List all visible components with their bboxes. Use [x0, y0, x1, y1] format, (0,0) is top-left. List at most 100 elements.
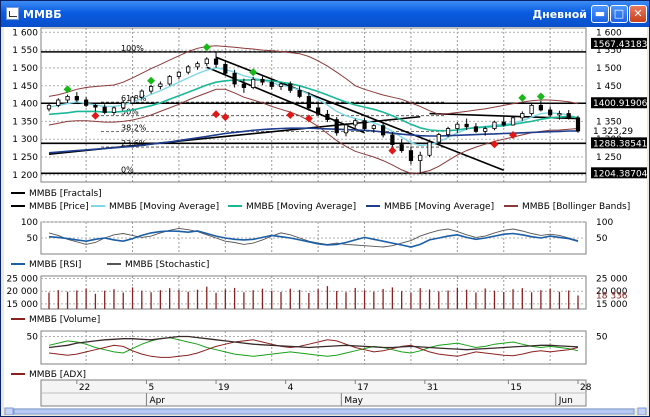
candle-body [251, 78, 256, 88]
candle-body [186, 66, 191, 73]
volume-y-tick-left: 20 000 [7, 287, 39, 297]
fractal-down-marker [388, 146, 397, 155]
candle-body [353, 120, 358, 126]
candle-body [306, 96, 311, 109]
candle-body [436, 134, 441, 143]
price-value-label: 1400.91906 [593, 99, 647, 109]
price-y-tick-left: 1 450 [12, 82, 38, 92]
candle-body [130, 96, 135, 104]
candle-body [278, 83, 284, 87]
candle-body [288, 83, 293, 91]
candle-body [418, 154, 423, 162]
adx-y-tick-left: 50 [27, 333, 39, 343]
candle-body [390, 134, 395, 145]
time-tick-label: 15 [510, 383, 521, 393]
price-value-label: 1 323,29 [593, 127, 633, 137]
candle-body [195, 63, 200, 68]
candle-body [74, 96, 79, 101]
candle-body [557, 113, 562, 116]
candle-body [158, 83, 163, 87]
oscillator-y-tick-left: 50 [27, 234, 39, 244]
chart-canvas[interactable]: 1 2001 2001 2501 2501 3001 3001 3501 350… [4, 27, 648, 416]
price-y-tick-right: 1 350 [596, 117, 622, 127]
candle-body [148, 86, 154, 92]
price-value-label: 1204.38704 [593, 169, 647, 179]
price-y-tick-left: 1 400 [12, 100, 38, 110]
close-icon: ✕ [633, 7, 643, 20]
month-label: May [344, 396, 363, 406]
candle-body [297, 89, 302, 97]
candle-body [232, 72, 237, 85]
month-label: Apr [149, 396, 165, 406]
month-label: Jun [558, 396, 573, 406]
price-y-tick-right: 1 250 [596, 153, 622, 163]
price-value-label: 1288.38541 [593, 139, 647, 149]
fractal-down-marker [490, 140, 499, 149]
candle-body [325, 113, 330, 121]
time-tick-label: 4 [288, 383, 294, 393]
time-tick-label: 5 [148, 383, 154, 393]
fractal-up-marker [536, 92, 545, 101]
scroll-left-button[interactable] [4, 407, 14, 416]
fractal-down-marker [286, 110, 295, 119]
plot-area[interactable]: 1 2001 2001 2501 2501 3001 3001 3501 350… [4, 27, 648, 416]
candle-body [455, 123, 460, 129]
candle-body [213, 58, 219, 65]
candle-body [566, 113, 571, 119]
fractal-down-marker [212, 110, 221, 119]
fractal-up-marker [63, 85, 72, 94]
minimize-button[interactable]: ▬ [591, 5, 609, 23]
candle-body [121, 102, 126, 109]
legend-adx: ММВБ [ADX] [29, 370, 86, 380]
oscillator-y-tick-right: 100 [596, 218, 613, 228]
oscillator-y-tick-left: 100 [21, 218, 38, 228]
candle-body [362, 120, 367, 129]
candle-body [510, 117, 516, 126]
price-y-tick-left: 1 350 [12, 117, 38, 127]
time-tick-label: 31 [427, 383, 438, 393]
title-bar[interactable]: ММВБ Дневной ▬ □ ✕ [1, 1, 649, 27]
maximize-button[interactable]: □ [610, 5, 628, 23]
volume-y-tick-left: 25 000 [7, 275, 39, 285]
candle-body [223, 63, 228, 74]
close-button[interactable]: ✕ [629, 5, 647, 23]
candle-body [111, 107, 117, 113]
candle-body [343, 124, 349, 134]
legend-bollinger: ММВБ [Bollinger Bands] [522, 202, 630, 212]
price-y-tick-right: 1 600 [596, 28, 622, 38]
legend-ma-fast: ММВБ [Moving Average] [109, 202, 219, 212]
candle-body [501, 121, 506, 126]
candle-body [260, 78, 265, 83]
legend-price: ММВБ [Price] [29, 202, 89, 212]
rsi-line [48, 230, 579, 248]
candle-body [167, 76, 172, 85]
volume-y-tick-left: 15 000 [7, 300, 39, 310]
fib-label: 38.2% [121, 123, 147, 132]
volume-y-tick-right: 25 000 [596, 275, 628, 285]
legend-rsi: ММВБ [RSI] [29, 260, 81, 270]
legend-volume: ММВБ [Volume] [29, 315, 100, 325]
scroll-thumb[interactable] [13, 408, 635, 415]
timeframe-label: Дневной [532, 8, 587, 21]
window-title: ММВБ [23, 8, 62, 21]
candle-body [445, 128, 451, 135]
oscillator-y-tick-right: 50 [596, 234, 608, 244]
scroll-right-button[interactable] [637, 407, 647, 416]
legend-ma-mid: ММВБ [Moving Average] [246, 202, 356, 212]
price-y-tick-left: 1 300 [12, 135, 38, 145]
candle-body [548, 109, 553, 116]
volume-value-label: 18 336 [596, 291, 628, 301]
candle-body [46, 104, 52, 110]
fib-label: 100% [121, 44, 144, 53]
chart-window-icon[interactable] [6, 7, 19, 20]
candle-body [334, 119, 339, 134]
candle-body [176, 71, 182, 77]
chart-window: ММВБ Дневной ▬ □ ✕ 1 2001 2001 2501 2501… [0, 0, 650, 417]
price-y-tick-left: 1 550 [12, 46, 38, 56]
time-tick-label: 28 [580, 383, 592, 393]
price-y-tick-left: 1 250 [12, 153, 38, 163]
candle-body [316, 107, 321, 115]
price-y-tick-right: 1 450 [596, 82, 622, 92]
maximize-icon: □ [613, 7, 625, 20]
price-value-label: 1567.43183 [593, 40, 647, 50]
